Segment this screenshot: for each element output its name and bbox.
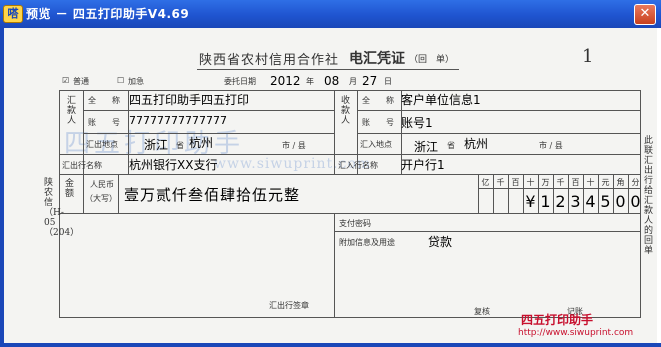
unit-shi-wan: 十 <box>526 178 535 187</box>
payee-account: 账号1 <box>401 116 433 130</box>
remitter-account: 77777777777777 <box>129 114 227 127</box>
remit-bank-label: 汇出行名称 <box>62 161 102 170</box>
remitter-province: 浙江 <box>144 138 169 152</box>
unit-wan: 万 <box>541 178 550 187</box>
urgent-checkbox[interactable]: ☐ <box>117 76 124 85</box>
unit-shi: 十 <box>586 178 595 187</box>
remitter-fullname-label: 全 称 <box>88 96 120 105</box>
title-bar: 嗒 预览 － 四五打印助手V4.69 ✕ <box>0 0 661 28</box>
unit-bai: 百 <box>571 178 580 187</box>
receive-bank-label: 汇入行名称 <box>338 161 378 170</box>
digit-fen: 0 <box>630 192 641 211</box>
rmb-sub-label: （大写） <box>85 194 117 203</box>
remitter-province-label: 省 <box>176 141 184 150</box>
voucher-preview: 四五打印助手 www.siwuprint.com 陕西省农村信用合作社 电汇凭证… <box>4 28 657 343</box>
remitter-label: 汇款人 <box>67 96 77 126</box>
remitter-city-label: 市 / 县 <box>282 141 306 150</box>
remitter-account-label: 账 号 <box>88 118 120 127</box>
payee-fullname-label: 全 称 <box>362 96 394 105</box>
remitter-city: 杭州 <box>189 136 214 150</box>
normal-checkbox[interactable]: ☑ <box>62 76 69 85</box>
window-title: 预览 － 四五打印助手V4.69 <box>26 7 190 21</box>
digit-qian: 2 <box>555 192 566 211</box>
digit-bai: 3 <box>570 192 581 211</box>
side-left-code: 陕农信（H-05（204） <box>44 178 80 238</box>
year-label: 年 <box>306 77 314 86</box>
digit-wan: 1 <box>540 192 551 211</box>
day-label: 日 <box>384 77 392 86</box>
remit-bank-sign-label: 汇出行签章 <box>269 301 309 310</box>
heading-underline <box>197 69 459 70</box>
extra-info-label: 附加信息及用途 <box>339 238 395 247</box>
payee-city-label: 市 / 县 <box>539 141 563 150</box>
review-label: 复核 <box>474 307 490 316</box>
unit-jiao: 角 <box>616 178 625 187</box>
unit-qian-wan: 千 <box>496 178 505 187</box>
copy-number: 1 <box>582 46 594 67</box>
rmb-label: 人民币 <box>90 180 114 189</box>
unit-yuan: 元 <box>601 178 610 187</box>
payee-account-label: 账 号 <box>362 118 394 127</box>
payee-province-label: 省 <box>447 141 455 150</box>
payee-province: 浙江 <box>414 140 439 154</box>
brand-url[interactable]: http://www.siwuprint.com <box>518 328 633 338</box>
remit-place-label: 汇出地点 <box>86 140 118 149</box>
close-button[interactable]: ✕ <box>634 4 656 25</box>
payee-city: 杭州 <box>464 137 489 151</box>
pay-password-label: 支付密码 <box>339 219 371 228</box>
copy-label: （回 单） <box>409 55 455 65</box>
payee-label: 收款人 <box>341 96 351 126</box>
purpose-value: 贷款 <box>428 235 453 249</box>
urgent-label: 加急 <box>128 77 144 86</box>
remitter-name: 四五打印助手四五打印 <box>129 93 250 107</box>
side-right-note: 此联汇出行给汇款人的回单 <box>644 136 654 256</box>
unit-fen: 分 <box>631 178 640 187</box>
date-label: 委托日期 <box>224 77 256 86</box>
digit-jiao: 0 <box>615 192 626 211</box>
form-heading: 陕西省农村信用合作社 <box>199 53 340 68</box>
date-year: 2012 <box>270 74 301 88</box>
digit-yuan: 5 <box>600 192 611 211</box>
date-month: 08 <box>324 74 340 88</box>
remitter-bank: 杭州银行XX支行 <box>129 158 218 172</box>
payee-bank: 开户行1 <box>401 158 445 172</box>
amount-label: 金额 <box>65 179 75 199</box>
unit-yi: 亿 <box>481 178 490 187</box>
amount-in-words: 壹万贰仟叁佰肆拾伍元整 <box>124 186 301 204</box>
app-icon: 嗒 <box>3 5 23 23</box>
unit-qian: 千 <box>556 178 565 187</box>
digit-shi: 4 <box>585 192 596 211</box>
normal-label: 普通 <box>73 77 89 86</box>
form-heading-bold: 电汇凭证 <box>349 51 405 67</box>
month-label: 月 <box>349 77 357 86</box>
receive-place-label: 汇入地点 <box>360 140 392 149</box>
brand-name: 四五打印助手 <box>521 313 594 327</box>
date-day: 27 <box>362 74 378 88</box>
digit-shi-wan: ¥ <box>525 192 536 211</box>
payee-name: 客户单位信息1 <box>401 93 481 107</box>
unit-bai-wan: 百 <box>511 178 520 187</box>
